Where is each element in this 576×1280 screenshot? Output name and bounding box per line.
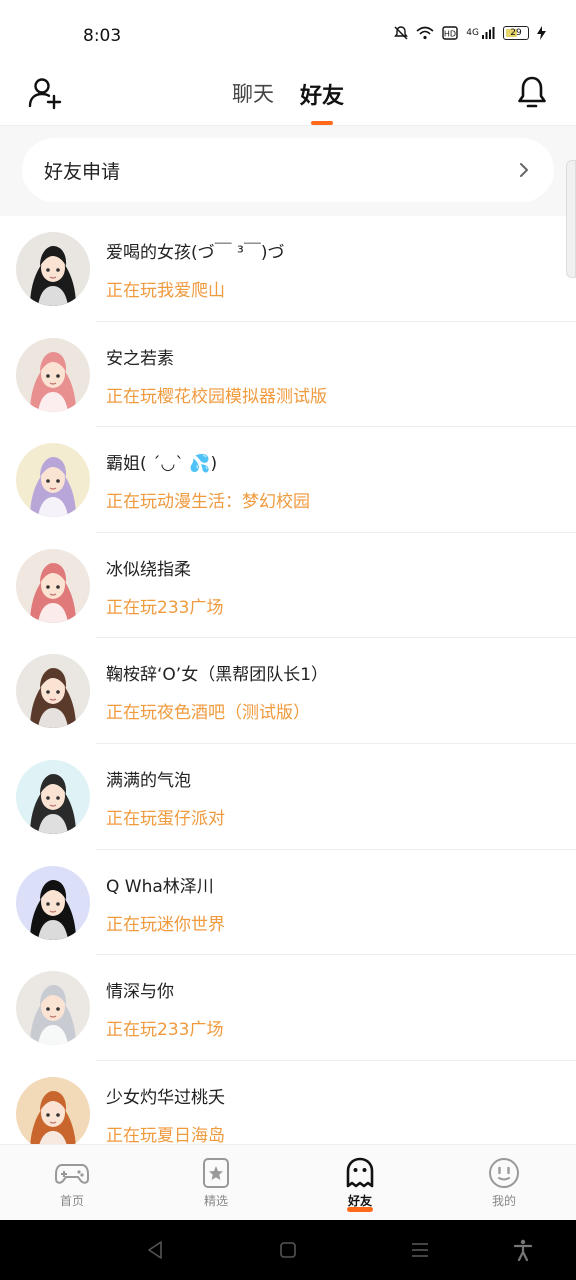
system-nav-bar — [0, 1220, 576, 1280]
avatar[interactable] — [16, 971, 90, 1046]
hd-icon: HD — [442, 26, 458, 40]
friend-status: 正在玩迷你世界 — [106, 914, 225, 935]
friend-list[interactable]: 爱喝的女孩(づ￣ ³￣)づ 正在玩我爱爬山 安之若素 正在玩樱花校园模拟器测试版 — [0, 216, 576, 1144]
tab-friends[interactable]: 好友 — [299, 78, 344, 125]
status-icons: HD 4G 29 — [394, 26, 546, 40]
header: 聊天 好友 — [0, 62, 576, 126]
chevron-right-icon — [520, 163, 528, 177]
battery-icon: 29 — [503, 26, 529, 40]
nav-featured[interactable]: 精选 — [144, 1145, 288, 1220]
active-nav-indicator — [347, 1207, 373, 1212]
friend-row[interactable]: 爱喝的女孩(づ￣ ³￣)づ 正在玩我爱爬山 — [0, 216, 576, 322]
avatar[interactable] — [16, 232, 90, 306]
friend-status: 正在玩樱花校园模拟器测试版 — [106, 386, 327, 407]
smiley-icon — [489, 1158, 519, 1188]
wifi-icon — [416, 26, 434, 40]
friend-row[interactable]: 安之若素 正在玩樱花校园模拟器测试版 — [0, 322, 576, 428]
status-bar: 8:03 HD 4G 29 — [0, 0, 576, 62]
friend-name: 鞠桉辞‘O’女（黑帮团队长1） — [106, 665, 329, 686]
friend-name: 霸姐( ´◡` 💦) — [106, 454, 218, 475]
top-tabs: 聊天 好友 — [0, 78, 576, 125]
friend-status: 正在玩动漫生活：梦幻校园 — [106, 492, 310, 513]
avatar-portrait-icon — [16, 548, 90, 623]
avatar[interactable] — [16, 654, 90, 729]
friend-request-label: 好友申请 — [44, 160, 121, 183]
avatar[interactable] — [16, 548, 90, 623]
friend-name: 爱喝的女孩(づ￣ ³￣)づ — [106, 243, 285, 263]
friend-request-button[interactable]: 好友申请 — [22, 138, 554, 202]
home-square-icon[interactable] — [276, 1238, 300, 1262]
svg-text:HD: HD — [444, 30, 456, 39]
status-time: 8:03 — [83, 26, 122, 46]
battery-level: 29 — [510, 28, 522, 38]
notification-button[interactable] — [516, 75, 548, 109]
friend-status: 正在玩233广场 — [106, 597, 224, 618]
friend-status: 正在玩233广场 — [106, 1020, 224, 1041]
accessibility-icon[interactable] — [511, 1238, 535, 1262]
friend-row[interactable]: 霸姐( ´◡` 💦) 正在玩动漫生活：梦幻校园 — [0, 427, 576, 533]
recents-menu-icon[interactable] — [408, 1238, 432, 1262]
friend-row[interactable]: 少女灼华过桃夭 正在玩夏日海岛 — [0, 1061, 576, 1144]
nav-featured-label: 精选 — [203, 1194, 228, 1208]
friend-request-section: 好友申请 — [0, 126, 576, 216]
friend-row[interactable]: 情深与你 正在玩233广场 — [0, 955, 576, 1061]
nav-profile[interactable]: 我的 — [432, 1145, 576, 1220]
avatar[interactable] — [16, 759, 90, 834]
friend-status: 正在玩蛋仔派对 — [106, 808, 225, 829]
mute-bell-icon — [394, 26, 409, 40]
avatar[interactable] — [16, 337, 90, 412]
nav-profile-label: 我的 — [491, 1194, 516, 1208]
charging-icon — [537, 26, 546, 40]
nav-home[interactable]: 首页 — [0, 1145, 144, 1220]
tab-chat[interactable]: 聊天 — [232, 78, 274, 110]
tab-friends-label: 好友 — [299, 84, 344, 109]
avatar-portrait-icon — [16, 654, 90, 729]
avatar-portrait-icon — [16, 759, 90, 834]
ghost-icon — [346, 1157, 374, 1188]
nav-friends[interactable]: 好友 — [288, 1145, 432, 1220]
nav-home-label: 首页 — [59, 1194, 84, 1208]
cell-signal-icon: 4G — [466, 26, 495, 40]
friend-row[interactable]: 冰似绕指柔 正在玩233广场 — [0, 533, 576, 639]
avatar-portrait-icon — [16, 971, 90, 1046]
avatar[interactable] — [16, 1076, 90, 1144]
avatar-portrait-icon — [16, 337, 90, 412]
friend-status: 正在玩夜色酒吧（测试版） — [106, 703, 310, 724]
friend-row[interactable]: 满满的气泡 正在玩蛋仔派对 — [0, 744, 576, 850]
bottom-nav: 首页 精选 好友 我的 — [0, 1144, 576, 1220]
friend-status: 正在玩夏日海岛 — [106, 1125, 225, 1144]
gamepad-icon — [55, 1164, 89, 1184]
signal-label: 4G — [466, 28, 479, 38]
star-card-icon — [203, 1158, 229, 1188]
avatar[interactable] — [16, 865, 90, 940]
avatar[interactable] — [16, 443, 90, 518]
friend-row[interactable]: 鞠桉辞‘O’女（黑帮团队长1） 正在玩夜色酒吧（测试版） — [0, 638, 576, 744]
friend-name: 冰似绕指柔 — [106, 559, 191, 580]
back-triangle-icon[interactable] — [143, 1238, 167, 1262]
friend-status: 正在玩我爱爬山 — [106, 281, 225, 301]
friend-name: 少女灼华过桃夭 — [106, 1087, 225, 1108]
bell-icon — [518, 76, 546, 108]
active-tab-indicator — [310, 121, 333, 125]
friend-name: 情深与你 — [106, 982, 174, 1003]
friend-name: 满满的气泡 — [106, 770, 191, 791]
friend-row[interactable]: Q Wha林泽川 正在玩迷你世界 — [0, 850, 576, 956]
friend-name: 安之若素 — [106, 348, 174, 369]
avatar-portrait-icon — [16, 232, 90, 306]
friend-name: Q Wha林泽川 — [106, 876, 214, 897]
avatar-portrait-icon — [16, 1076, 90, 1144]
avatar-portrait-icon — [16, 865, 90, 940]
avatar-portrait-icon — [16, 443, 90, 518]
